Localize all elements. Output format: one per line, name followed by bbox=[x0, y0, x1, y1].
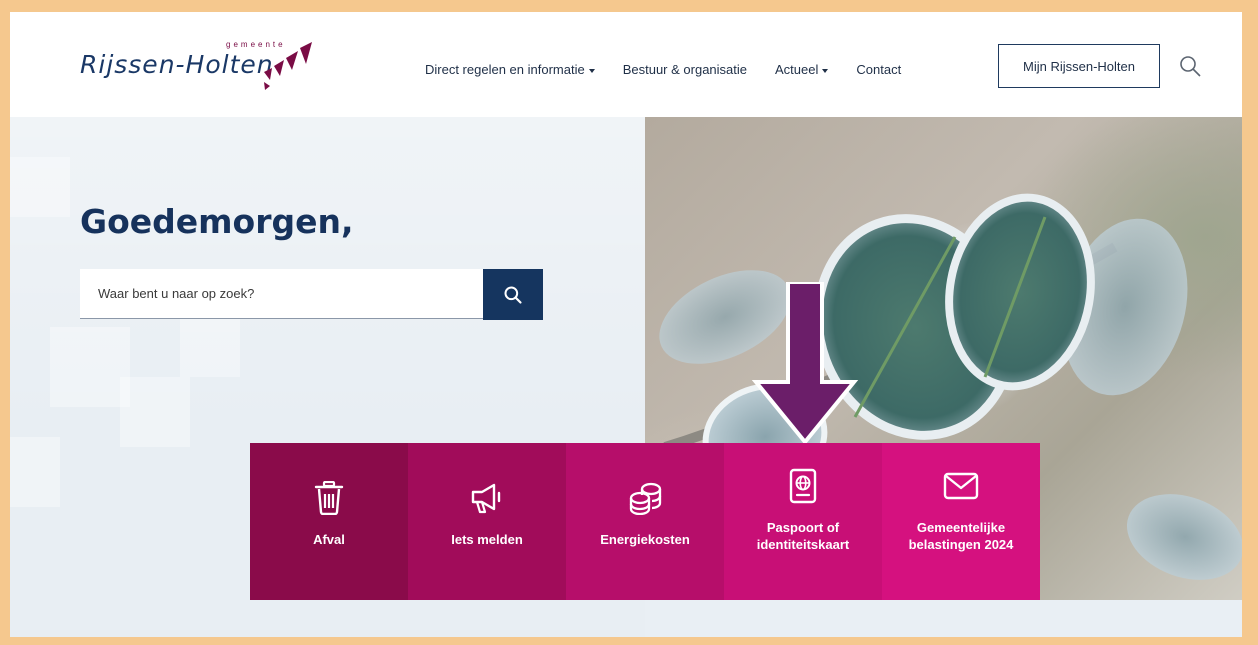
search-field[interactable] bbox=[80, 269, 483, 319]
nav-contact[interactable]: Contact bbox=[856, 62, 901, 77]
greeting-heading: Goedemorgen, bbox=[80, 202, 354, 241]
megaphone-icon bbox=[471, 483, 501, 514]
quick-link-belastingen[interactable]: Gemeentelijke belastingen 2024 bbox=[882, 443, 1040, 600]
bg-tile bbox=[50, 327, 130, 407]
caret-down-icon bbox=[822, 68, 829, 73]
quick-link-paspoort[interactable]: Paspoort of identiteitskaart bbox=[724, 443, 882, 600]
bg-tile bbox=[10, 437, 60, 507]
passport-icon bbox=[789, 468, 817, 504]
hero-section: Goedemorgen, Waar bent u naar op zoek? A… bbox=[10, 117, 1242, 637]
nav-label: Contact bbox=[856, 62, 902, 77]
annotation-arrow-icon bbox=[751, 282, 859, 446]
coins-icon bbox=[629, 482, 662, 515]
bg-tile bbox=[10, 157, 70, 217]
nav-direct-regelen[interactable]: Direct regelen en informatie bbox=[425, 62, 595, 77]
search-button[interactable] bbox=[483, 269, 543, 320]
search-input[interactable] bbox=[96, 285, 470, 302]
search-icon[interactable] bbox=[1178, 54, 1202, 78]
site-header: gemeente Rijssen-Holten Direct regelen e… bbox=[10, 12, 1242, 117]
bg-tile bbox=[120, 377, 190, 447]
trash-icon bbox=[314, 481, 344, 515]
nav-label: Actueel bbox=[775, 62, 819, 77]
mijn-rijssen-holten-button[interactable]: Mijn Rijssen-Holten bbox=[998, 44, 1160, 88]
quick-link-label: Gemeentelijke belastingen 2024 bbox=[908, 520, 1014, 552]
quick-link-afval[interactable]: Afval bbox=[250, 443, 408, 600]
quick-link-label: Paspoort of identiteitskaart bbox=[756, 520, 850, 552]
logo-mark-icon bbox=[264, 42, 312, 90]
quick-link-energiekosten[interactable]: Energiekosten bbox=[566, 443, 724, 600]
logo-name: Rijssen-Holten bbox=[80, 50, 274, 79]
nav-bestuur[interactable]: Bestuur & organisatie bbox=[623, 62, 747, 77]
caret-down-icon bbox=[588, 68, 595, 73]
quick-link-label: Iets melden bbox=[451, 532, 523, 547]
nav-label: Bestuur & organisatie bbox=[622, 62, 747, 77]
quick-links: Afval Iets melden Energiekosten Paspoort… bbox=[250, 443, 1040, 600]
nav-actueel[interactable]: Actueel bbox=[775, 62, 829, 77]
nav-label: Direct regelen en informatie bbox=[425, 62, 585, 77]
quick-link-iets-melden[interactable]: Iets melden bbox=[408, 443, 566, 600]
search-icon bbox=[504, 286, 522, 304]
main-nav: Direct regelen en informatie Bestuur & o… bbox=[425, 62, 929, 77]
bg-tile bbox=[180, 317, 240, 377]
page-frame: gemeente Rijssen-Holten Direct regelen e… bbox=[10, 12, 1242, 637]
quick-link-label: Afval bbox=[313, 532, 345, 547]
quick-link-label: Energiekosten bbox=[600, 532, 690, 547]
envelope-icon bbox=[943, 472, 979, 500]
site-logo[interactable]: gemeente Rijssen-Holten bbox=[80, 40, 350, 96]
